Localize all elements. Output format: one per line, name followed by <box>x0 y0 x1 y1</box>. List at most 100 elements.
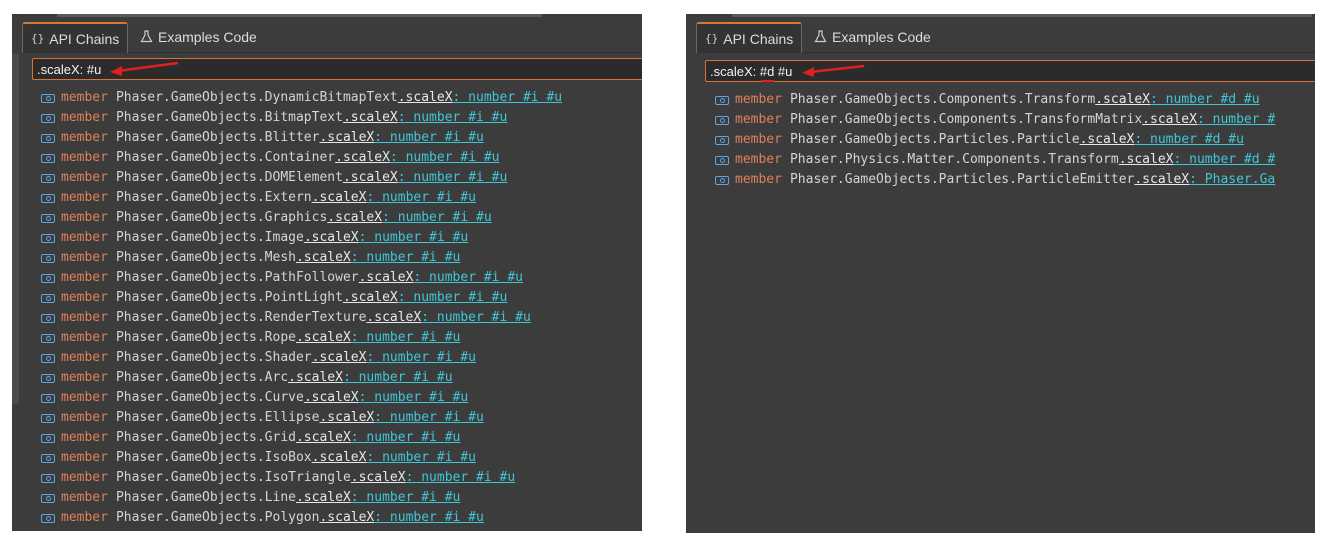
property-name[interactable]: .scaleX <box>1080 130 1135 150</box>
property-name[interactable]: .scaleX <box>312 348 367 368</box>
result-row[interactable]: member Phaser.GameObjects.Extern .scaleX: … <box>41 188 642 208</box>
type-annotation[interactable]: : number #i #u <box>406 468 516 488</box>
member-icon <box>41 433 55 443</box>
vertical-scrollbar[interactable] <box>12 54 19 404</box>
result-row[interactable]: member Phaser.GameObjects.Rope .scaleX: nu… <box>41 328 642 348</box>
result-row[interactable]: member Phaser.GameObjects.IsoBox .scaleX: … <box>41 448 642 468</box>
type-annotation[interactable]: : number #i #u <box>351 248 461 268</box>
result-row[interactable]: member Phaser.GameObjects.Particles.Parti… <box>715 130 1315 150</box>
type-annotation[interactable]: : number #i #u <box>382 208 492 228</box>
type-annotation[interactable]: : number #i #u <box>398 168 508 188</box>
property-name[interactable]: .scaleX <box>312 188 367 208</box>
class-path: Phaser.GameObjects.IsoTriangle <box>115 470 351 485</box>
property-name[interactable]: .scaleX <box>1134 170 1189 190</box>
property-name[interactable]: .scaleX <box>398 88 453 108</box>
type-annotation[interactable]: : number #i #u <box>366 448 476 468</box>
result-row[interactable]: member Phaser.GameObjects.Line .scaleX: nu… <box>41 488 642 508</box>
result-row[interactable]: member Phaser.GameObjects.Container .scale… <box>41 148 642 168</box>
type-annotation[interactable]: : number #d #u <box>1150 90 1260 110</box>
type-annotation[interactable]: : number #i #u <box>343 368 453 388</box>
result-row[interactable]: member Phaser.GameObjects.PathFollower .sc… <box>41 268 642 288</box>
search-input[interactable]: .scaleX: #d #u <box>705 60 1315 82</box>
tab-examples-code[interactable]: Examples Code <box>132 22 265 51</box>
property-name[interactable]: .scaleX <box>296 488 351 508</box>
property-name[interactable]: .scaleX <box>343 288 398 308</box>
result-row[interactable]: member Phaser.GameObjects.Particles.Parti… <box>715 170 1315 190</box>
result-row[interactable]: member Phaser.GameObjects.Components.Tran… <box>715 90 1315 110</box>
type-annotation[interactable]: : number #i #u <box>374 408 484 428</box>
property-name[interactable]: .scaleX <box>296 428 351 448</box>
member-icon <box>715 95 729 105</box>
result-row[interactable]: member Phaser.GameObjects.BitmapText .scal… <box>41 108 642 128</box>
property-name[interactable]: .scaleX <box>343 108 398 128</box>
property-name[interactable]: .scaleX <box>366 308 421 328</box>
member-icon <box>715 135 729 145</box>
member-icon <box>41 253 55 263</box>
property-name[interactable]: .scaleX <box>288 368 343 388</box>
result-row[interactable]: member Phaser.Physics.Matter.Components.T… <box>715 150 1315 170</box>
type-annotation[interactable]: : number #i #u <box>398 288 508 308</box>
result-row[interactable]: member Phaser.GameObjects.PointLight .scal… <box>41 288 642 308</box>
type-annotation[interactable]: : Phaser.Ga <box>1189 170 1275 190</box>
property-name[interactable]: .scaleX <box>1119 150 1174 170</box>
horizontal-scrollbar[interactable] <box>57 14 542 17</box>
result-row[interactable]: member Phaser.GameObjects.DynamicBitmapTe… <box>41 88 642 108</box>
type-annotation[interactable]: : number #d #u <box>1134 130 1244 150</box>
result-row[interactable]: member Phaser.GameObjects.IsoTriangle .sca… <box>41 468 642 488</box>
result-row[interactable]: member Phaser.GameObjects.DOMElement .scal… <box>41 168 642 188</box>
type-annotation[interactable]: : number #i #u <box>390 148 500 168</box>
property-name[interactable]: .scaleX <box>319 508 374 528</box>
property-name[interactable]: .scaleX <box>1095 90 1150 110</box>
type-annotation[interactable]: : number #i #u <box>359 388 469 408</box>
member-icon <box>41 513 55 523</box>
class-path: Phaser.GameObjects.Polygon <box>115 510 320 525</box>
result-row[interactable]: member Phaser.GameObjects.Ellipse .scaleX:… <box>41 408 642 428</box>
type-annotation[interactable]: : number #d # <box>1174 150 1276 170</box>
tab-api-chains[interactable]: {} API Chains <box>696 22 803 53</box>
member-keyword: member <box>61 510 108 525</box>
result-row[interactable]: member Phaser.GameObjects.Shader .scaleX: … <box>41 348 642 368</box>
property-name[interactable]: .scaleX <box>312 448 367 468</box>
property-name[interactable]: .scaleX <box>296 248 351 268</box>
result-row[interactable]: member Phaser.GameObjects.Image .scaleX: n… <box>41 228 642 248</box>
property-name[interactable]: .scaleX <box>304 228 359 248</box>
type-annotation[interactable]: : number #i #u <box>413 268 523 288</box>
member-icon <box>715 175 729 185</box>
type-annotation[interactable]: : number #i #u <box>351 428 461 448</box>
property-name[interactable]: .scaleX <box>359 268 414 288</box>
result-row[interactable]: member Phaser.GameObjects.RenderTexture .s… <box>41 308 642 328</box>
type-annotation[interactable]: : number #i #u <box>366 188 476 208</box>
property-name[interactable]: .scaleX <box>351 468 406 488</box>
result-row[interactable]: member Phaser.GameObjects.Graphics .scaleX… <box>41 208 642 228</box>
class-path: Phaser.Physics.Matter.Components.Transfo… <box>789 152 1119 167</box>
property-name[interactable]: .scaleX <box>335 148 390 168</box>
type-annotation[interactable]: : number #i #u <box>421 308 531 328</box>
type-annotation[interactable]: : number #i #u <box>351 328 461 348</box>
property-name[interactable]: .scaleX <box>304 388 359 408</box>
type-annotation[interactable]: : number # <box>1197 110 1275 130</box>
tab-api-chains[interactable]: {} API Chains <box>22 22 129 53</box>
type-annotation[interactable]: : number #i #u <box>453 88 563 108</box>
property-name[interactable]: .scaleX <box>296 328 351 348</box>
property-name[interactable]: .scaleX <box>327 208 382 228</box>
type-annotation[interactable]: : number #i #u <box>366 348 476 368</box>
result-row[interactable]: member Phaser.GameObjects.Arc .scaleX: num… <box>41 368 642 388</box>
property-name[interactable]: .scaleX <box>343 168 398 188</box>
result-row[interactable]: member Phaser.GameObjects.Polygon .scaleX:… <box>41 508 642 528</box>
type-annotation[interactable]: : number #i #u <box>374 508 484 528</box>
result-row[interactable]: member Phaser.GameObjects.Curve .scaleX: n… <box>41 388 642 408</box>
property-name[interactable]: .scaleX <box>319 408 374 428</box>
property-name[interactable]: .scaleX <box>1142 110 1197 130</box>
result-row[interactable]: member Phaser.GameObjects.Grid .scaleX: nu… <box>41 428 642 448</box>
class-path: Phaser.GameObjects.RenderTexture <box>115 310 367 325</box>
result-row[interactable]: member Phaser.GameObjects.Mesh .scaleX: nu… <box>41 248 642 268</box>
property-name[interactable]: .scaleX <box>319 128 374 148</box>
tab-examples-code[interactable]: Examples Code <box>806 22 939 51</box>
type-annotation[interactable]: : number #i #u <box>398 108 508 128</box>
horizontal-scrollbar[interactable] <box>732 14 1312 17</box>
result-row[interactable]: member Phaser.GameObjects.Components.Tran… <box>715 110 1315 130</box>
type-annotation[interactable]: : number #i #u <box>351 488 461 508</box>
type-annotation[interactable]: : number #i #u <box>374 128 484 148</box>
type-annotation[interactable]: : number #i #u <box>359 228 469 248</box>
result-row[interactable]: member Phaser.GameObjects.Blitter .scaleX:… <box>41 128 642 148</box>
